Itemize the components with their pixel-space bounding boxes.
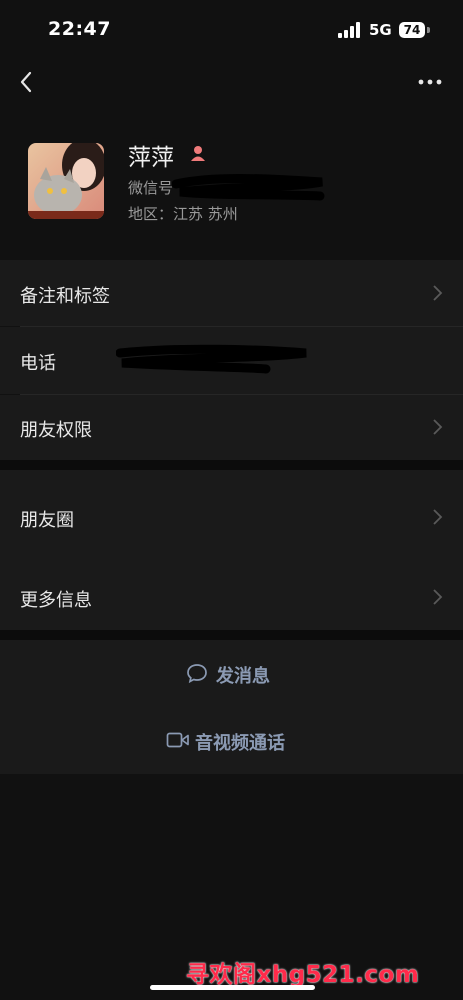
status-bar: 22:47 5G 74 <box>0 0 463 60</box>
row-label: 朋友圈 <box>20 510 74 531</box>
contact-name: 萍萍 <box>128 145 174 171</box>
av-call-button[interactable]: 音视频通话 <box>0 708 463 774</box>
row-remarks-tags[interactable]: 备注和标签 <box>0 260 463 326</box>
status-time: 22:47 <box>48 18 111 40</box>
chevron-right-icon <box>433 419 443 435</box>
row-phone[interactable]: 电话 <box>0 327 463 394</box>
row-label: 朋友权限 <box>20 420 92 441</box>
chat-bubble-icon <box>187 664 207 684</box>
chevron-right-icon <box>433 589 443 605</box>
cellular-signal-icon <box>338 22 360 38</box>
avatar[interactable] <box>28 143 104 219</box>
send-message-label: 发消息 <box>216 666 270 687</box>
battery-cap <box>427 27 430 33</box>
section-gap <box>0 630 463 640</box>
wechat-id-label: 微信号 <box>128 179 174 197</box>
battery-icon: 74 <box>399 22 425 38</box>
region-text: 地区：江苏 苏州 <box>128 205 238 223</box>
network-type: 5G <box>369 21 392 39</box>
site-watermark: 寻欢阁xhg521.com <box>186 962 420 988</box>
home-indicator[interactable] <box>150 985 315 990</box>
row-label: 备注和标签 <box>20 286 110 307</box>
battery-level: 74 <box>403 23 421 37</box>
send-message-button[interactable]: 发消息 <box>0 640 463 706</box>
redaction-mark-wechat-id <box>172 174 325 201</box>
row-more-info[interactable]: 更多信息 <box>0 556 463 630</box>
chevron-right-icon <box>433 285 443 301</box>
row-label: 电话 <box>20 353 56 374</box>
redaction-mark-phone <box>116 344 307 374</box>
more-options-icon[interactable] <box>414 72 446 92</box>
row-label: 更多信息 <box>20 590 92 611</box>
av-call-label: 音视频通话 <box>195 733 285 754</box>
female-gender-icon <box>191 146 205 161</box>
section-gap <box>0 460 463 470</box>
row-moments[interactable]: 朋友圈 <box>0 470 463 556</box>
back-arrow-icon[interactable] <box>14 68 42 96</box>
video-camera-icon <box>166 732 189 748</box>
row-friend-permissions[interactable]: 朋友权限 <box>0 395 463 460</box>
chevron-right-icon <box>433 509 443 525</box>
actions-panel: 发消息 音视频通话 <box>0 640 463 774</box>
